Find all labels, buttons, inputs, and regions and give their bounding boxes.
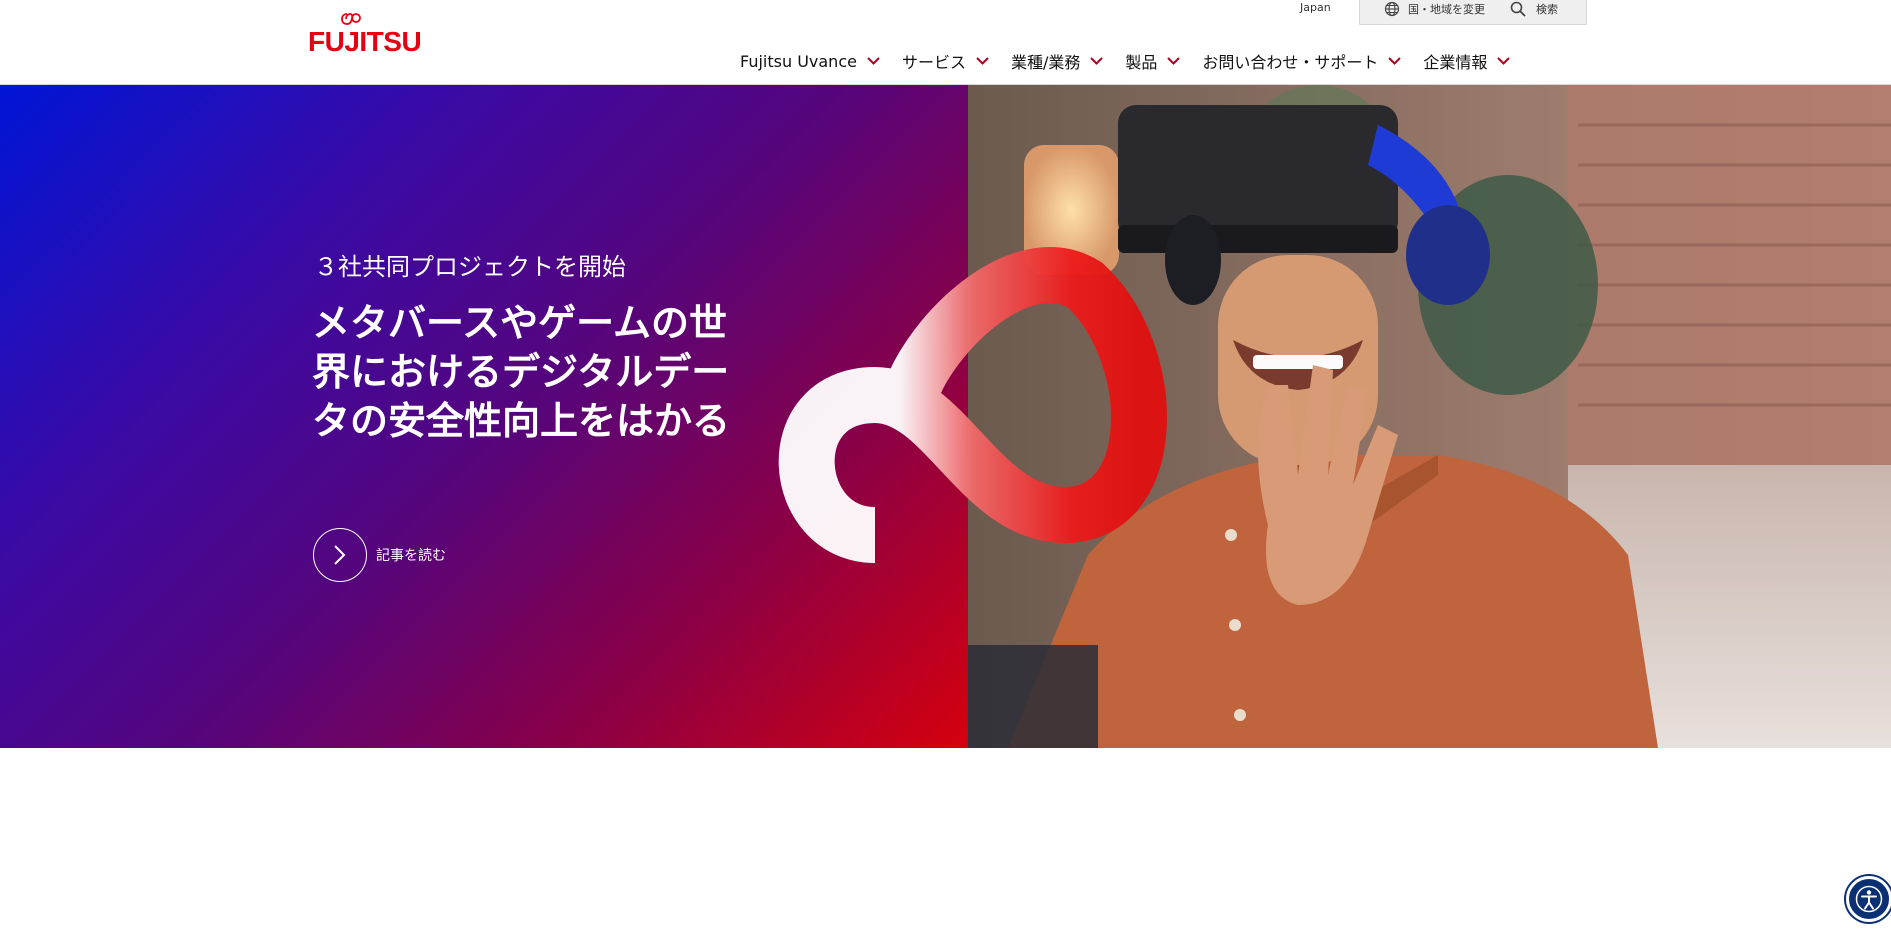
logo-infinity-mark	[341, 13, 361, 25]
accessibility-button[interactable]	[1846, 876, 1891, 922]
accessibility-icon	[1855, 885, 1883, 913]
hero-headline: メタバースやゲームの世界におけるデジタルデータの安全性向上をはかる	[312, 301, 731, 443]
hero-kicker: ３社共同プロジェクトを開始	[314, 253, 626, 281]
nav-item-label: 業種/業務	[1010, 53, 1081, 72]
chevron-right-icon	[334, 545, 346, 565]
nav-item-label: Fujitsu Uvance	[740, 51, 857, 71]
current-region: Japan	[1300, 1, 1331, 14]
nav-item-industries[interactable]: 業種/業務	[1010, 49, 1104, 73]
nav-item-label: 企業情報	[1423, 53, 1488, 72]
site-header: FUJITSU Japan 国・地域を変更 検索 Fujitsu Uvance …	[0, 0, 1891, 85]
nav-item-label: 製品	[1125, 53, 1158, 72]
logo-wordmark: FUJITSU	[308, 26, 422, 57]
search-button[interactable]: 検索	[1510, 1, 1558, 17]
chevron-down-icon	[976, 57, 989, 65]
cta-circle	[313, 528, 367, 582]
change-region-label: 国・地域を変更	[1408, 3, 1485, 16]
chevron-down-icon	[1497, 57, 1511, 65]
nav-item-label: サービス	[901, 53, 966, 72]
hero-banner: ３社共同プロジェクトを開始 メタバースやゲームの世界におけるデジタルデータの安全…	[0, 85, 1891, 748]
nav-item-services[interactable]: サービス	[902, 49, 989, 73]
cta-label: 記事を読む	[376, 548, 446, 564]
nav-item-corporate[interactable]: 企業情報	[1423, 49, 1511, 73]
nav-item-label: お問い合わせ・サポート	[1202, 53, 1379, 72]
globe-icon	[1384, 1, 1400, 17]
nav-item-products[interactable]: 製品	[1125, 49, 1181, 73]
fujitsu-logo[interactable]: FUJITSU	[308, 12, 422, 60]
nav-item-support[interactable]: お問い合わせ・サポート	[1202, 49, 1402, 73]
change-region-link[interactable]: 国・地域を変更	[1384, 1, 1485, 17]
chevron-down-icon	[867, 57, 880, 65]
read-article-button[interactable]: 記事を読む	[313, 528, 446, 582]
chevron-down-icon	[1167, 57, 1181, 65]
chevron-down-icon	[1090, 57, 1104, 65]
main-nav: Fujitsu Uvance サービス 業種/業務 製品 お問い合わせ・サポート…	[740, 48, 1532, 74]
search-icon	[1510, 1, 1526, 17]
search-label: 検索	[1536, 3, 1558, 16]
infinity-loop-graphic	[778, 247, 1167, 563]
utility-box: 国・地域を変更 検索	[1359, 0, 1587, 25]
nav-item-fujitsu-uvance[interactable]: Fujitsu Uvance	[740, 52, 880, 71]
chevron-down-icon	[1388, 57, 1402, 65]
